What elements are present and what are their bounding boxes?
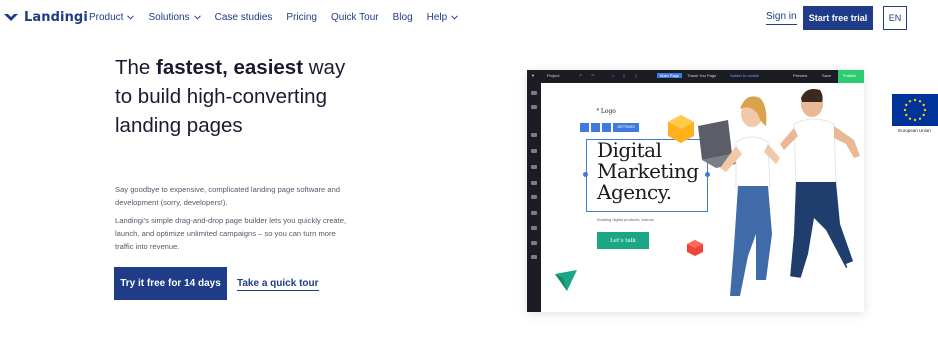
page-title-line: Agency.: [597, 180, 672, 204]
hero-headline: The fastest, easiest way to build high-c…: [115, 53, 355, 140]
chevron-down-icon: [193, 15, 201, 20]
page-logo: ❜ Logo: [597, 108, 616, 115]
menu-item-label: Solutions: [148, 12, 190, 23]
sign-in-link[interactable]: Sign in: [766, 11, 797, 25]
editor-switch-mobile: Switch to mobile: [730, 73, 760, 78]
editor-preview: Preview: [793, 73, 808, 78]
language-selector[interactable]: EN: [883, 6, 907, 30]
hero-description-2: Landingi's simple drag-and-drop page bui…: [115, 216, 347, 251]
page-cta-button: Let's talk: [597, 232, 649, 249]
editor-sidebar: [527, 83, 541, 312]
chevron-down-icon: [127, 15, 135, 20]
toolbar-move-icon: [580, 123, 589, 132]
menu-item-label: Help: [426, 12, 448, 23]
sidebar-tool-icon: [531, 255, 537, 259]
landingi-logo-icon: [4, 14, 18, 21]
page-title: Digital Marketing Agency.: [597, 140, 699, 203]
menu-item-help[interactable]: Help: [427, 12, 459, 23]
desktop-icon: ▭: [611, 73, 615, 78]
menu-item-solutions[interactable]: Solutions: [148, 12, 201, 23]
page-title-line: Marketing: [597, 159, 699, 183]
editor-tab-thank-you: Thank You Page: [687, 73, 717, 78]
sidebar-tool-icon: [531, 165, 537, 169]
page-tagline: Building digital products, brands: [597, 217, 654, 222]
menu-item-blog[interactable]: Blog: [393, 12, 413, 23]
menu-item-label: Product: [89, 12, 124, 23]
toolbar-duplicate-icon: [591, 123, 600, 132]
menu-item-case-studies[interactable]: Case studies: [215, 12, 273, 23]
sidebar-tool-icon: [531, 195, 537, 199]
editor-project-label: Project: [547, 73, 560, 78]
start-free-trial-button[interactable]: Start free trial: [803, 6, 873, 30]
eu-funding-badge: European Union: [891, 93, 938, 138]
menu-item-label: Blog: [392, 12, 413, 23]
resize-handle: [583, 172, 588, 177]
menu-item-label: Quick Tour: [331, 12, 379, 23]
editor-save: Save: [822, 73, 832, 78]
editor-tab-main-page: Main Page: [657, 73, 683, 78]
mobile-icon: ▯: [635, 73, 638, 78]
people-jumping-illustration: [698, 89, 862, 304]
sidebar-tool-icon: [531, 226, 537, 230]
editor-logo-icon: ▼: [531, 73, 535, 78]
brand-name: Landingi: [24, 9, 88, 25]
menu-item-label: Pricing: [286, 12, 317, 23]
toolbar-settings-label: SETTINGS: [617, 125, 635, 129]
hero-description-1: Say goodbye to expensive, complicated la…: [115, 185, 341, 207]
green-pyramid-icon: [555, 270, 577, 291]
toolbar-delete-icon: [602, 123, 611, 132]
tablet-icon: ▯: [623, 73, 626, 78]
menu-item-label: Case studies: [214, 12, 273, 23]
sidebar-tool-icon: [531, 149, 537, 153]
eu-flag-icon: [892, 94, 938, 126]
quick-tour-link[interactable]: Take a quick tour: [237, 278, 319, 291]
redo-icon: ↷: [591, 73, 595, 78]
main-menu: Product Solutions Case studies Pricing Q…: [89, 12, 459, 23]
sidebar-tool-icon: [531, 91, 537, 95]
try-free-button[interactable]: Try it free for 14 days: [114, 267, 227, 300]
page-logo-text: Logo: [600, 108, 616, 115]
editor-publish-label: Publish: [843, 73, 857, 78]
menu-item-product[interactable]: Product: [89, 12, 135, 23]
top-navigation: Landingi Product Solutions Case studies …: [0, 0, 938, 38]
sidebar-tool-icon: [531, 181, 537, 185]
editor-publish-button: Publish: [838, 70, 864, 83]
toolbar-settings: SETTINGS: [613, 123, 639, 132]
sidebar-tool-icon: [531, 241, 537, 245]
menu-item-quick-tour[interactable]: Quick Tour: [331, 12, 379, 23]
headline-emphasis: fastest, easiest: [156, 56, 304, 79]
eu-badge-label: European Union: [898, 128, 931, 133]
sidebar-tool-icon: [531, 211, 537, 215]
page-logo-mark-icon: ❜: [597, 108, 599, 115]
sidebar-tool-icon: [531, 133, 537, 137]
editor-topbar: ▼ Project ↶ ↷ ▭ ▯ ▯ Main Page Thank You …: [527, 70, 864, 83]
undo-icon: ↶: [579, 73, 583, 78]
headline-part: The: [115, 56, 157, 79]
brand-logo[interactable]: Landingi: [3, 9, 88, 25]
chevron-down-icon: [451, 15, 459, 20]
menu-item-pricing[interactable]: Pricing: [286, 12, 317, 23]
selection-toolbar: SETTINGS: [580, 123, 642, 132]
sidebar-tool-icon: [531, 105, 537, 109]
